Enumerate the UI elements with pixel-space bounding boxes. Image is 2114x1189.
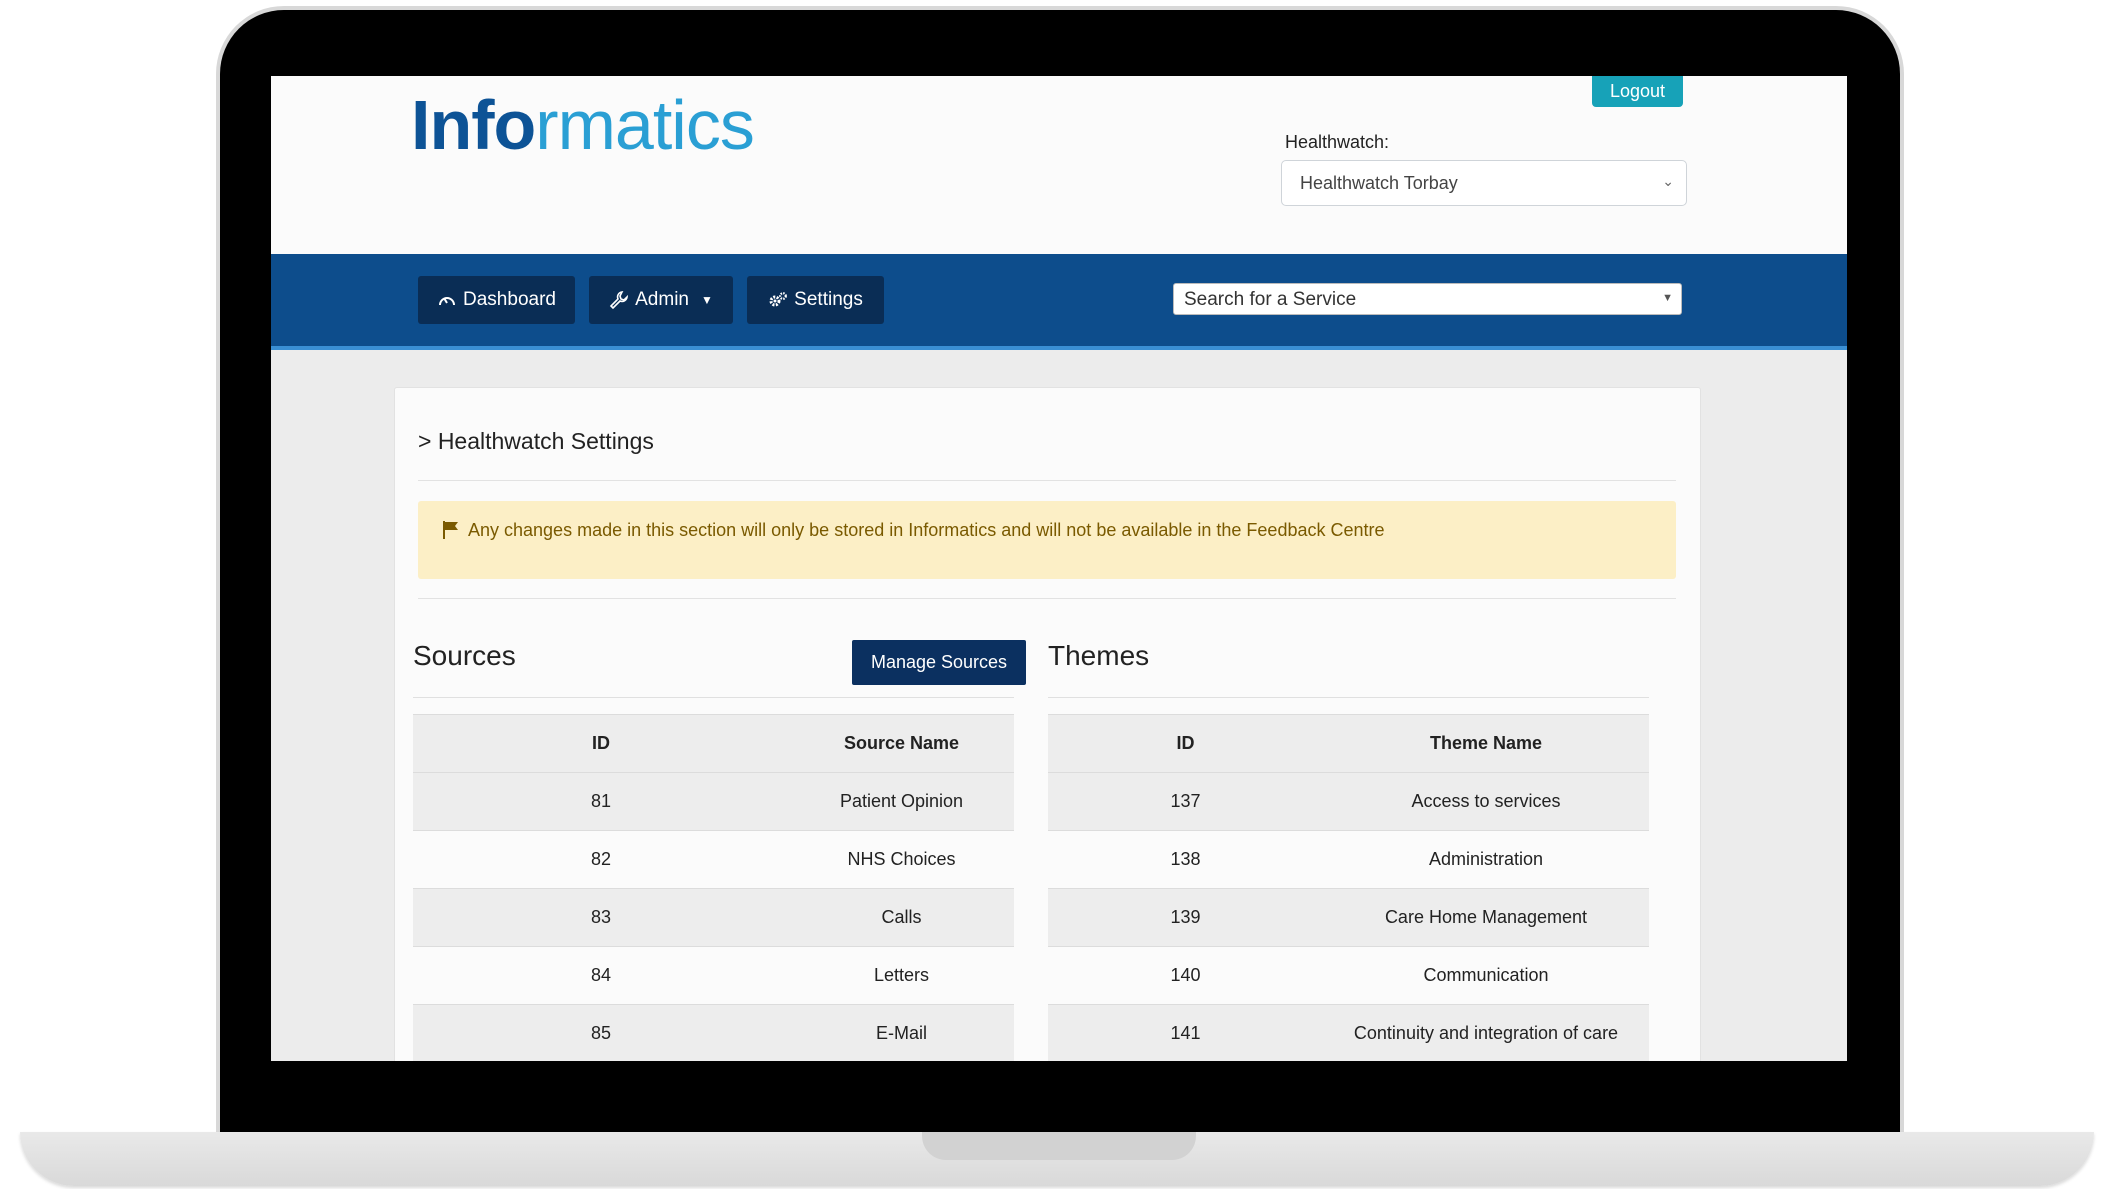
themes-table: ID Theme Name 137 Access to services 138… (1048, 714, 1649, 1061)
settings-panel: > Healthwatch Settings Any changes made … (394, 387, 1701, 1061)
informatics-logo: Informatics (411, 90, 755, 160)
theme-name: Care Home Management (1323, 888, 1649, 947)
caret-down-icon: ▼ (1662, 292, 1673, 304)
table-row[interactable]: 140 Communication (1048, 946, 1649, 1005)
table-row[interactable]: 138 Administration (1048, 830, 1649, 889)
divider (413, 697, 1014, 698)
chevron-down-icon: ⌄ (1662, 173, 1674, 189)
source-name: Letters (789, 946, 1014, 1005)
sources-table: ID Source Name 81 Patient Opinion 82 NHS… (413, 714, 1014, 1061)
screen: Informatics Logout Healthwatch: Healthwa… (271, 76, 1847, 1061)
admin-label: Admin (635, 289, 689, 310)
alert-text: Any changes made in this section will on… (468, 520, 1385, 540)
table-row[interactable]: 85 E-Mail (413, 1004, 1014, 1061)
table-row[interactable]: 84 Letters (413, 946, 1014, 1005)
source-id: 85 (413, 1004, 789, 1061)
source-name: NHS Choices (789, 830, 1014, 889)
flag-icon (443, 521, 458, 539)
service-search-placeholder: Search for a Service (1184, 289, 1357, 310)
source-name: E-Mail (789, 1004, 1014, 1061)
theme-name: Access to services (1323, 772, 1649, 831)
column-header-id: ID (1048, 714, 1323, 773)
divider (1048, 697, 1649, 698)
logout-button[interactable]: Logout (1592, 76, 1683, 107)
warning-alert: Any changes made in this section will on… (418, 501, 1676, 579)
source-id: 83 (413, 888, 789, 947)
laptop-notch (922, 1132, 1196, 1160)
table-row[interactable]: 141 Continuity and integration of care (1048, 1004, 1649, 1061)
table-row[interactable]: 139 Care Home Management (1048, 888, 1649, 947)
theme-id: 138 (1048, 830, 1323, 889)
column-header-theme-name: Theme Name (1323, 714, 1649, 773)
themes-title: Themes (1048, 640, 1150, 671)
source-name: Calls (789, 888, 1014, 947)
column-header-source-name: Source Name (789, 714, 1014, 773)
table-header-row: ID Source Name (413, 714, 1014, 773)
gears-icon (769, 292, 788, 307)
caret-down-icon: ▼ (700, 293, 713, 307)
dashboard-gauge-icon (439, 297, 456, 306)
table-header-row: ID Theme Name (1048, 714, 1649, 773)
source-name: Patient Opinion (789, 772, 1014, 831)
healthwatch-selected-value: Healthwatch Torbay (1300, 173, 1458, 193)
healthwatch-select[interactable]: Healthwatch Torbay ⌄ (1281, 160, 1687, 206)
healthwatch-label: Healthwatch: (1285, 132, 1390, 152)
sources-title: Sources (413, 640, 516, 671)
table-row[interactable]: 83 Calls (413, 888, 1014, 947)
theme-name: Administration (1323, 830, 1649, 889)
theme-name: Continuity and integration of care (1323, 1004, 1649, 1061)
table-row[interactable]: 81 Patient Opinion (413, 772, 1014, 831)
divider (418, 598, 1676, 599)
page-title: > Healthwatch Settings (418, 428, 654, 454)
source-id: 82 (413, 830, 789, 889)
theme-name: Communication (1323, 946, 1649, 1005)
settings-button[interactable]: Settings (747, 276, 884, 324)
column-header-id: ID (413, 714, 789, 773)
theme-id: 141 (1048, 1004, 1323, 1061)
wrench-icon (609, 291, 629, 310)
theme-id: 139 (1048, 888, 1323, 947)
source-id: 81 (413, 772, 789, 831)
theme-id: 137 (1048, 772, 1323, 831)
source-id: 84 (413, 946, 789, 1005)
admin-menu-button[interactable]: Admin ▼ (589, 276, 733, 324)
header: Informatics Logout Healthwatch: Healthwa… (271, 76, 1847, 254)
table-row[interactable]: 82 NHS Choices (413, 830, 1014, 889)
logo-part-1: Info (411, 86, 536, 164)
divider (418, 480, 1676, 481)
service-search-select[interactable]: Search for a Service ▼ (1173, 283, 1682, 315)
logo-part-2: rmatics (535, 86, 755, 164)
table-row[interactable]: 137 Access to services (1048, 772, 1649, 831)
manage-sources-button[interactable]: Manage Sources (852, 640, 1026, 685)
settings-label: Settings (794, 289, 863, 310)
dashboard-label: Dashboard (463, 289, 556, 310)
dashboard-button[interactable]: Dashboard (418, 276, 575, 324)
theme-id: 140 (1048, 946, 1323, 1005)
navbar: Dashboard Admin ▼ Settings Search for a … (271, 254, 1847, 350)
